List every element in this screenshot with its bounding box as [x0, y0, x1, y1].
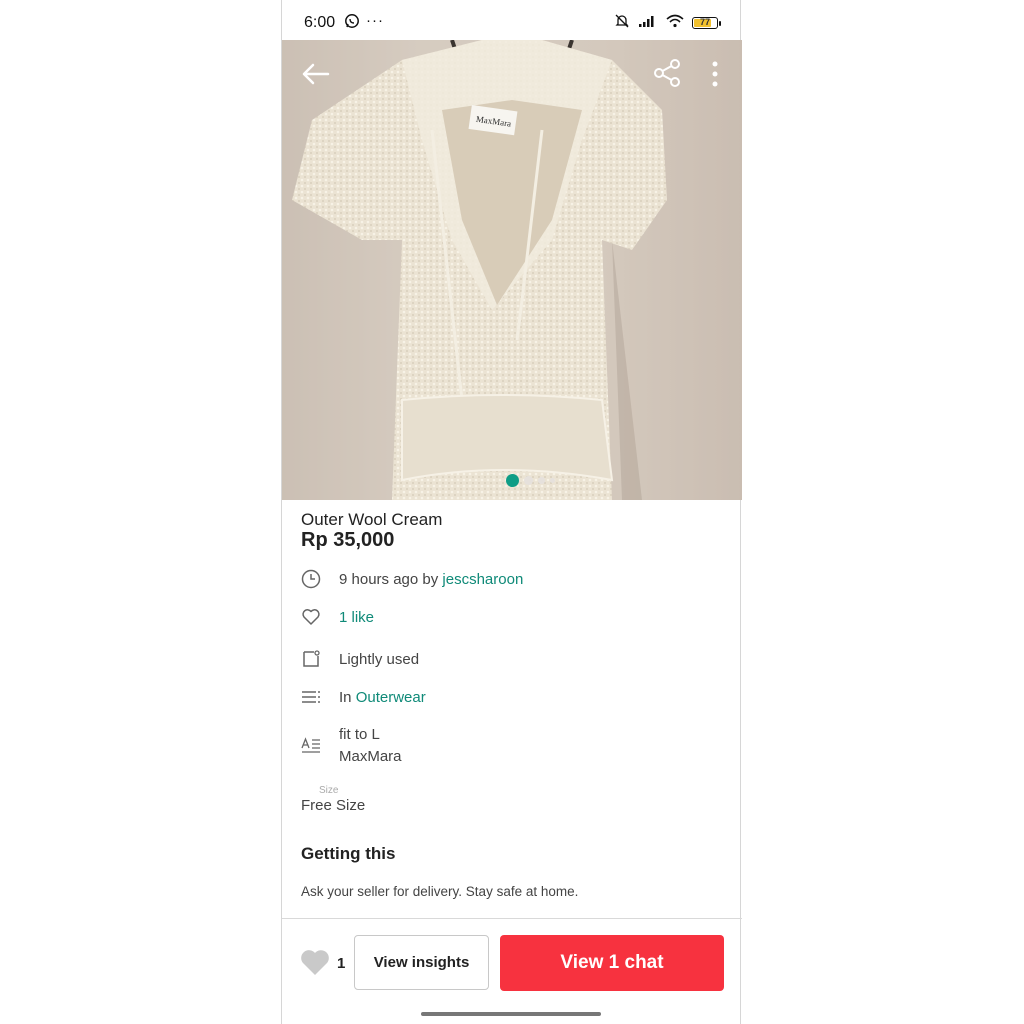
- category-prefix: In: [339, 688, 356, 706]
- view-chat-button[interactable]: View 1 chat: [500, 935, 724, 991]
- description-text-icon: [301, 737, 320, 753]
- like-count: 1: [337, 955, 346, 972]
- wifi-icon: [666, 14, 684, 31]
- status-icons: 77: [614, 13, 721, 32]
- gallery-dot[interactable]: [538, 477, 545, 484]
- getting-this-body: Ask your seller for delivery. Stay safe …: [301, 884, 579, 899]
- notification-more-icon: ···: [366, 12, 384, 29]
- likes-link[interactable]: 1 like: [339, 609, 374, 626]
- mute-bell-icon: [614, 13, 630, 32]
- back-arrow-icon: [302, 63, 330, 85]
- category-link[interactable]: Outerwear: [356, 689, 426, 706]
- getting-this-title: Getting this: [301, 844, 396, 863]
- bottom-bar-divider: [282, 918, 742, 919]
- product-photo[interactable]: MaxMara: [282, 40, 742, 500]
- condition-row: Lightly used: [301, 649, 419, 669]
- app-screen: 6:00 ··· 77 MaxMara Outer Wool Cream Rp …: [281, 0, 742, 1024]
- condition-text: Lightly used: [339, 650, 420, 668]
- seller-link[interactable]: jescsharoon: [442, 571, 523, 588]
- description-line-1: fit to L: [339, 726, 380, 743]
- description-text: fit to L MaxMara: [339, 724, 402, 768]
- product-title: Outer Wool Cream: [301, 510, 443, 529]
- share-button[interactable]: [652, 58, 682, 88]
- status-bar: 6:00 ··· 77: [282, 0, 742, 40]
- posted-row: 9 hours ago by jescsharoon: [301, 569, 523, 589]
- heart-outline-icon: [302, 609, 320, 625]
- category-list-icon: [302, 691, 320, 703]
- status-time: 6:00: [304, 14, 336, 31]
- like-button[interactable]: [300, 948, 330, 976]
- more-vertical-icon: [712, 61, 718, 87]
- signal-icon: [638, 14, 658, 31]
- product-price: Rp 35,000: [301, 529, 395, 551]
- gallery-dot[interactable]: [524, 476, 533, 485]
- posted-text: 9 hours ago by jescsharoon: [339, 571, 523, 588]
- description-line-2: MaxMara: [339, 748, 402, 765]
- posted-time: 9 hours ago by: [339, 570, 443, 588]
- share-icon: [654, 59, 680, 87]
- size-value: Free Size: [301, 797, 366, 814]
- likes-row: 1 like: [301, 607, 374, 627]
- more-options-button[interactable]: [710, 60, 720, 88]
- view-insights-button[interactable]: View insights: [354, 935, 489, 990]
- category-row: In Outerwear: [301, 687, 426, 707]
- home-indicator[interactable]: [421, 1012, 601, 1016]
- gallery-pagination[interactable]: [506, 474, 555, 487]
- back-button[interactable]: [300, 60, 330, 88]
- gallery-dot[interactable]: [550, 478, 555, 483]
- whatsapp-icon: [344, 13, 360, 33]
- clock-icon: [301, 569, 321, 589]
- condition-tag-icon: [303, 650, 320, 667]
- size-label: Size: [319, 785, 339, 796]
- battery-level: 77: [699, 16, 710, 27]
- gallery-dot[interactable]: [506, 474, 519, 487]
- heart-filled-icon: [301, 950, 329, 975]
- cardigan-photo: MaxMara: [282, 40, 742, 500]
- battery-icon: 77: [692, 16, 721, 29]
- description-row: fit to L MaxMara: [301, 724, 402, 768]
- category-text: In Outerwear: [339, 689, 426, 706]
